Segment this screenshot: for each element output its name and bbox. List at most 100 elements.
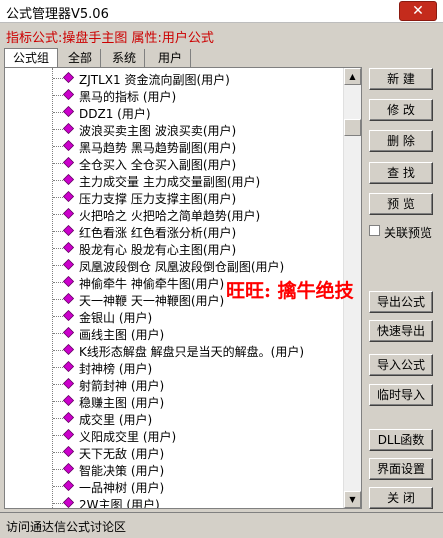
tree-item[interactable]: 红色看涨 红色看涨分析(用户) (53, 223, 343, 240)
formula-node-icon (63, 361, 74, 372)
formula-node-icon (63, 310, 74, 321)
formula-node-icon (63, 395, 74, 406)
quick-export-button[interactable]: 快速导出 (369, 320, 433, 342)
formula-node-icon (63, 497, 74, 508)
export-formula-button[interactable]: 导出公式 (369, 291, 433, 313)
formula-node-icon (63, 157, 74, 168)
formula-node-icon (63, 480, 74, 491)
tree-item[interactable]: 射箭封神 (用户) (53, 376, 343, 393)
formula-node-icon (63, 327, 74, 338)
tab-all[interactable]: 全部 (60, 49, 102, 67)
tree-branch-line (53, 452, 63, 453)
tree-item-label: 红色看涨 红色看涨分析(用户) (79, 226, 237, 240)
tab-system[interactable]: 系统 (104, 49, 146, 67)
ui-settings-button[interactable]: 界面设置 (369, 458, 433, 480)
formula-node-icon (63, 412, 74, 423)
tree-item[interactable]: 2W主图 (用户) (53, 495, 343, 508)
tree-item[interactable]: 智能决策 (用户) (53, 461, 343, 478)
tree-item[interactable]: 压力支撑 压力支撑主图(用户) (53, 189, 343, 206)
find-button[interactable]: 查 找 (369, 162, 433, 184)
tree-branch-line (53, 435, 63, 436)
window-close-button[interactable]: ✕ (399, 1, 437, 21)
tree-item-label: 画线主图 (用户) (79, 328, 165, 342)
tree-item-label: 一品神树 (用户) (79, 481, 165, 495)
tree-item-label: 天一神鞭 天一神鞭图(用户) (79, 294, 225, 308)
tab-formula-group[interactable]: 公式组 (4, 48, 59, 69)
formula-node-icon (63, 123, 74, 134)
formula-node-icon (63, 89, 74, 100)
close-button[interactable]: 关 闭 (369, 487, 433, 509)
tree-branch-line (53, 265, 63, 266)
formula-node-icon (63, 208, 74, 219)
title-bar: 公式管理器V5.06 ✕ (0, 0, 443, 23)
status-link[interactable]: 访问通达信公式讨论区 (6, 518, 126, 535)
tree-item-label: DDZ1 (用户) (79, 107, 151, 121)
tree-branch-line (53, 486, 63, 487)
tree-branch-line (53, 282, 63, 283)
tree-item[interactable]: 义阳成交里 (用户) (53, 427, 343, 444)
tree-item-label: 股龙有心 股龙有心主图(用户) (79, 243, 237, 257)
tree-item[interactable]: ZJTLX1 资金流向副图(用户) (53, 70, 343, 87)
scroll-up-arrow-icon[interactable]: ▲ (344, 68, 361, 85)
tree-branch-line (53, 231, 63, 232)
dll-function-button[interactable]: DLL函数 (369, 429, 433, 451)
tree-branch-line (53, 214, 63, 215)
formula-node-icon (63, 106, 74, 117)
tree-item[interactable]: 股龙有心 股龙有心主图(用户) (53, 240, 343, 257)
tree-item-label: 智能决策 (用户) (79, 464, 165, 478)
new-button[interactable]: 新 建 (369, 68, 433, 90)
checkbox-box[interactable] (369, 225, 380, 236)
tab-bar: 公式组 全部 系统 用户 (4, 48, 364, 69)
tree-item[interactable]: 主力成交量 主力成交量副图(用户) (53, 172, 343, 189)
formula-node-icon (63, 378, 74, 389)
formula-node-icon (63, 344, 74, 355)
tree-item-label: K线形态解盘 解盘只是当天的解盘。(用户) (79, 345, 305, 359)
tree-item[interactable]: K线形态解盘 解盘只是当天的解盘。(用户) (53, 342, 343, 359)
formula-node-icon (63, 463, 74, 474)
tree-item[interactable]: 波浪买卖主图 波浪买卖(用户) (53, 121, 343, 138)
tree-branch-line (53, 299, 63, 300)
delete-button[interactable]: 删 除 (369, 130, 433, 152)
formula-node-icon (63, 140, 74, 151)
tree-branch-line (53, 95, 63, 96)
link-preview-label: 关联预览 (384, 226, 433, 240)
tree-branch-line (53, 197, 63, 198)
tree-item[interactable]: 金银山 (用户) (53, 308, 343, 325)
formula-node-icon (63, 174, 74, 185)
modify-button[interactable]: 修 改 (369, 99, 433, 121)
tab-user[interactable]: 用户 (150, 49, 192, 67)
tree-item[interactable]: 天下无敌 (用户) (53, 444, 343, 461)
tree-item-label: 神偷牵牛 神偷牵牛图(用户) (79, 277, 225, 291)
tree-item-label: 全仓买入 全仓买入副图(用户) (79, 158, 237, 172)
formula-node-icon (63, 429, 74, 440)
tree-item-label: 金银山 (用户) (79, 311, 153, 325)
tree-item-label: 压力支撑 压力支撑主图(用户) (79, 192, 237, 206)
tree-item[interactable]: 火把哈之 火把哈之简单趋势(用户) (53, 206, 343, 223)
tree-item-label: 黑马趋势 黑马趋势副图(用户) (79, 141, 237, 155)
tree-branch-line (53, 418, 63, 419)
tree-item[interactable]: 稳赚主图 (用户) (53, 393, 343, 410)
window-title: 公式管理器V5.06 (6, 7, 109, 22)
tree-item[interactable]: 画线主图 (用户) (53, 325, 343, 342)
scroll-down-arrow-icon[interactable]: ▼ (344, 491, 361, 508)
tree-item-label: 主力成交量 主力成交量副图(用户) (79, 175, 261, 189)
tree-item[interactable]: DDZ1 (用户) (53, 104, 343, 121)
formula-node-icon (63, 293, 74, 304)
scroll-thumb[interactable] (344, 119, 361, 136)
tree-item[interactable]: 全仓买入 全仓买入副图(用户) (53, 155, 343, 172)
tree-branch-line (53, 384, 63, 385)
tree-item[interactable]: 黑马趋势 黑马趋势副图(用户) (53, 138, 343, 155)
tree-item-label: 义阳成交里 (用户) (79, 430, 177, 444)
preview-button[interactable]: 预 览 (369, 193, 433, 215)
tree-item[interactable]: 一品神树 (用户) (53, 478, 343, 495)
tree-branch-line (53, 469, 63, 470)
tree-item[interactable]: 成交里 (用户) (53, 410, 343, 427)
link-preview-checkbox[interactable]: 关联预览 (369, 224, 441, 240)
temp-import-button[interactable]: 临时导入 (369, 384, 433, 406)
tree-item-label: 封神榜 (用户) (79, 362, 153, 376)
watermark-text: 旺旺: 擒牛绝技 (226, 280, 354, 302)
import-formula-button[interactable]: 导入公式 (369, 354, 433, 376)
tree-item[interactable]: 封神榜 (用户) (53, 359, 343, 376)
tree-item[interactable]: 黑马的指标 (用户) (53, 87, 343, 104)
tree-item[interactable]: 凤凰波段倒仓 凤凰波段倒仓副图(用户) (53, 257, 343, 274)
